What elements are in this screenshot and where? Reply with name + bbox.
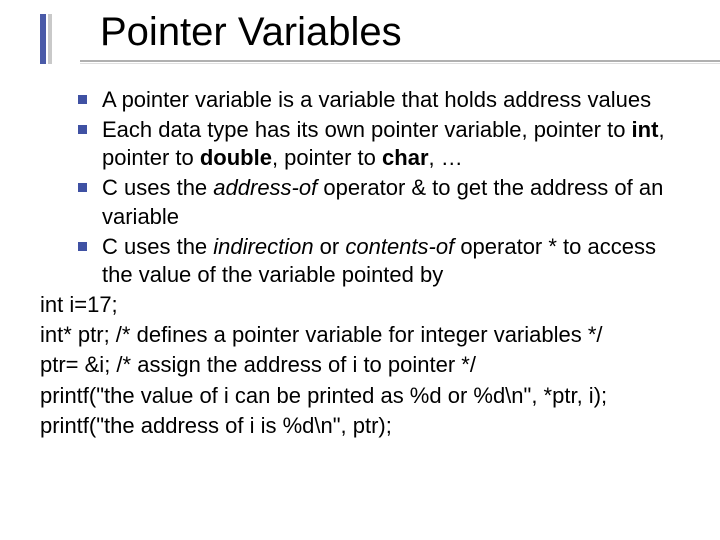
code-line: printf("the value of i can be printed as… bbox=[40, 382, 680, 410]
italic-text: indirection bbox=[213, 234, 313, 259]
slide-title: Pointer Variables bbox=[100, 10, 720, 54]
title-underline-shadow bbox=[80, 63, 720, 64]
italic-text: address-of bbox=[213, 175, 317, 200]
title-area: Pointer Variables bbox=[0, 0, 720, 64]
bullet-text: or bbox=[314, 234, 346, 259]
bullet-list: A pointer variable is a variable that ho… bbox=[72, 86, 680, 289]
bullet-text: , pointer to bbox=[272, 145, 382, 170]
code-line: int* ptr; /* defines a pointer variable … bbox=[40, 321, 680, 349]
bold-text: char bbox=[382, 145, 428, 170]
list-item: C uses the address-of operator & to get … bbox=[72, 174, 680, 230]
bold-text: double bbox=[200, 145, 272, 170]
bullet-text: Each data type has its own pointer varia… bbox=[102, 117, 632, 142]
code-line: int i=17; bbox=[40, 291, 680, 319]
bullet-text: , … bbox=[429, 145, 463, 170]
list-item: C uses the indirection or contents-of op… bbox=[72, 233, 680, 289]
bullet-text: C uses the bbox=[102, 234, 213, 259]
code-line: ptr= &i; /* assign the address of i to p… bbox=[40, 351, 680, 379]
title-accent-icon bbox=[40, 14, 54, 64]
code-line: printf("the address of i is %d\n", ptr); bbox=[40, 412, 680, 440]
bullet-text: C uses the bbox=[102, 175, 213, 200]
bold-text: int bbox=[632, 117, 659, 142]
code-block: int i=17; int* ptr; /* defines a pointer… bbox=[40, 291, 680, 440]
title-underline bbox=[80, 60, 720, 62]
list-item: Each data type has its own pointer varia… bbox=[72, 116, 680, 172]
list-item: A pointer variable is a variable that ho… bbox=[72, 86, 680, 114]
slide-body: A pointer variable is a variable that ho… bbox=[72, 86, 680, 440]
bullet-text: A pointer variable is a variable that ho… bbox=[102, 87, 651, 112]
italic-text: contents-of bbox=[345, 234, 454, 259]
